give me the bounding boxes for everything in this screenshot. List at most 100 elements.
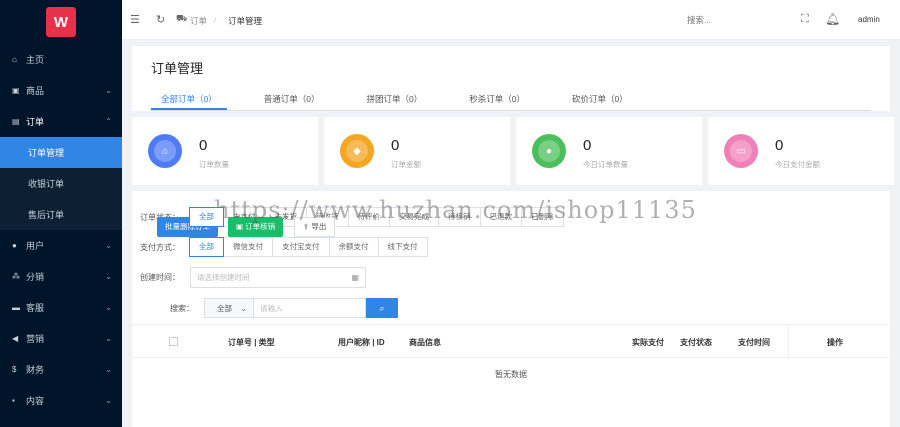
- stat-label: 订单数量: [199, 160, 229, 169]
- table-header: 订单号 | 类型 用户昵称 | ID 商品信息 实际支付 支付状态 支付时间 操…: [132, 324, 890, 359]
- breadcrumb-current: 订单管理: [228, 16, 263, 26]
- fullscreen-icon[interactable]: ⛶: [801, 13, 809, 26]
- sidebar-item-products[interactable]: ▣ 商品 ⌄: [0, 75, 122, 106]
- payment-row: 支付方式： 全部 微信支付 支付宝支付 余额支付 线下支付: [132, 237, 428, 257]
- cart-icon: ⛟: [176, 13, 188, 23]
- header-search-input[interactable]: [687, 12, 767, 28]
- chevron-down-icon: ⌄: [105, 241, 112, 250]
- select-all-checkbox[interactable]: [169, 337, 178, 346]
- search-field-select[interactable]: 全部 ⌄: [204, 298, 254, 318]
- sidebar-item-home[interactable]: ⌂ 主页: [0, 44, 122, 75]
- date-range-picker[interactable]: 请选择创建时间 ▦: [190, 267, 366, 288]
- status-option[interactable]: 全部: [189, 207, 224, 227]
- column-header: 支付时间: [738, 338, 770, 347]
- date-placeholder: 请选择创建时间: [197, 273, 250, 282]
- message-icon: ●: [532, 134, 566, 168]
- user-icon: ●: [12, 241, 17, 250]
- bell-icon[interactable]: 🔔︎: [825, 12, 840, 26]
- payment-option[interactable]: 微信支付: [223, 237, 273, 257]
- main-content: 订单管理 全部订单（0） 普通订单（0） 拼团订单（0） 秒杀订单（0） 砍价订…: [122, 40, 900, 427]
- dollar-icon: $: [12, 365, 17, 374]
- payment-option[interactable]: 线下支付: [377, 237, 428, 257]
- order-tabs: 全部订单（0） 普通订单（0） 拼团订单（0） 秒杀订单（0） 砍价订单（0）: [151, 90, 871, 111]
- sidebar-item-label: 订单管理: [28, 148, 65, 158]
- sidebar-item-label: 财务: [26, 365, 45, 375]
- select-value: 全部: [217, 303, 232, 313]
- sidebar-item-users[interactable]: ● 用户 ⌄: [0, 230, 122, 261]
- column-header: 订单号 | 类型: [228, 338, 275, 347]
- sidebar-item-label: 售后订单: [28, 210, 65, 220]
- stat-card-order-amount: ◆ 0 订单金额: [324, 117, 510, 185]
- sidebar-item-label: 内容: [26, 396, 45, 406]
- tag-icon: ◆: [340, 134, 374, 168]
- stats-row: ⌂ 0 订单数量 ◆ 0 订单金额 ● 0 今日订单数量 ▭ 0 今日支付金额: [132, 117, 900, 185]
- sidebar-item-label: 客服: [26, 303, 45, 313]
- watermark: https://www.huzhan.com/ishop11135: [214, 196, 697, 224]
- chevron-down-icon: ⌄: [105, 86, 112, 95]
- title-panel: 订单管理 全部订单（0） 普通订单（0） 拼团订单（0） 秒杀订单（0） 砍价订…: [132, 46, 890, 111]
- payment-option[interactable]: 全部: [189, 237, 224, 257]
- sidebar-item-label: 收银订单: [28, 179, 65, 189]
- breadcrumb-separator: /: [214, 15, 217, 25]
- basket-icon: ⌂: [148, 134, 182, 168]
- logo[interactable]: W: [0, 0, 122, 44]
- stat-card-order-count: ⌂ 0 订单数量: [132, 117, 318, 185]
- column-divider: [788, 325, 789, 359]
- column-header: 操作: [827, 338, 843, 347]
- breadcrumb-parent[interactable]: 订单: [190, 15, 207, 27]
- sidebar-item-customer-service[interactable]: ▬ 客服 ⌄: [0, 292, 122, 323]
- refresh-icon[interactable]: ↻: [156, 13, 165, 26]
- sidebar-item-label: 商品: [26, 86, 45, 96]
- page-title: 订单管理: [151, 61, 204, 76]
- tab-all-orders[interactable]: 全部订单（0）: [151, 90, 227, 110]
- column-header: 商品信息: [409, 338, 441, 347]
- sidebar-item-finance[interactable]: $ 财务 ⌄: [0, 354, 122, 385]
- keyword-placeholder: 请输入: [260, 303, 283, 313]
- payment-option[interactable]: 余额支付: [328, 237, 379, 257]
- tab-normal-orders[interactable]: 普通订单（0）: [254, 90, 330, 110]
- column-header: 用户昵称 | ID: [338, 338, 385, 347]
- stat-label: 今日支付金额: [775, 160, 820, 169]
- search-button[interactable]: ⌕: [366, 298, 398, 318]
- sidebar-item-marketing[interactable]: ◀ 营销 ⌄: [0, 323, 122, 354]
- payment-option[interactable]: 支付宝支付: [272, 237, 330, 257]
- sidebar-item-distribution[interactable]: ⁂ 分销 ⌄: [0, 261, 122, 292]
- empty-state-text: 暂无数据: [495, 370, 527, 379]
- stat-value: 0: [391, 137, 400, 154]
- stat-card-today-orders: ● 0 今日订单数量: [516, 117, 702, 185]
- sidebar-item-cashier-orders[interactable]: 收银订单: [0, 168, 122, 199]
- menu-toggle-icon[interactable]: ☰: [130, 13, 140, 26]
- top-header: ☰ ↻ ⛟ 订单 / 订单管理 ⛶ 🔔︎ admin: [122, 0, 900, 40]
- chevron-down-icon: ⌄: [105, 303, 112, 312]
- search-row: 搜索： 全部 ⌄ 请输入 ⌕: [132, 298, 398, 318]
- sidebar-item-orders[interactable]: ▤ 订单 ⌃: [0, 106, 122, 137]
- sidebar-item-aftersale-orders[interactable]: 售后订单: [0, 199, 122, 230]
- logo-mark: W: [46, 7, 76, 37]
- chevron-down-icon: ⌄: [240, 303, 247, 313]
- sidebar-item-statistics[interactable]: ▴ 统计 ⌄: [0, 416, 122, 427]
- stat-label: 订单金额: [391, 160, 421, 169]
- column-header: 支付状态: [680, 338, 712, 347]
- created-time-label: 创建时间：: [140, 273, 180, 282]
- chevron-down-icon: ⌄: [105, 396, 112, 405]
- search-icon: ⌕: [379, 302, 385, 313]
- sidebar-item-label: 用户: [26, 241, 45, 251]
- keyword-input[interactable]: 请输入: [254, 298, 366, 318]
- user-name[interactable]: admin: [858, 15, 880, 24]
- book-icon: ▪: [12, 396, 15, 405]
- tab-group-orders[interactable]: 拼团订单（0）: [356, 90, 432, 110]
- sidebar-item-order-management[interactable]: 订单管理: [0, 137, 122, 168]
- payment-group: 全部 微信支付 支付宝支付 余额支付 线下支付: [189, 237, 428, 257]
- tab-flash-sale-orders[interactable]: 秒杀订单（0）: [459, 90, 535, 110]
- wallet-icon: ▭: [724, 134, 758, 168]
- stat-label: 今日订单数量: [583, 160, 628, 169]
- sidebar-item-content[interactable]: ▪ 内容 ⌄: [0, 385, 122, 416]
- tab-bargain-orders[interactable]: 砍价订单（0）: [562, 90, 638, 110]
- created-time-row: 创建时间： 请选择创建时间 ▦: [132, 267, 366, 288]
- stat-value: 0: [583, 137, 592, 154]
- order-icon: ▤: [12, 117, 20, 126]
- stat-card-today-payment: ▭ 0 今日支付金额: [708, 117, 894, 185]
- sidebar-item-label: 分销: [26, 272, 45, 282]
- cart-icon: ▣: [12, 86, 20, 95]
- sidebar-item-label: 营销: [26, 334, 45, 344]
